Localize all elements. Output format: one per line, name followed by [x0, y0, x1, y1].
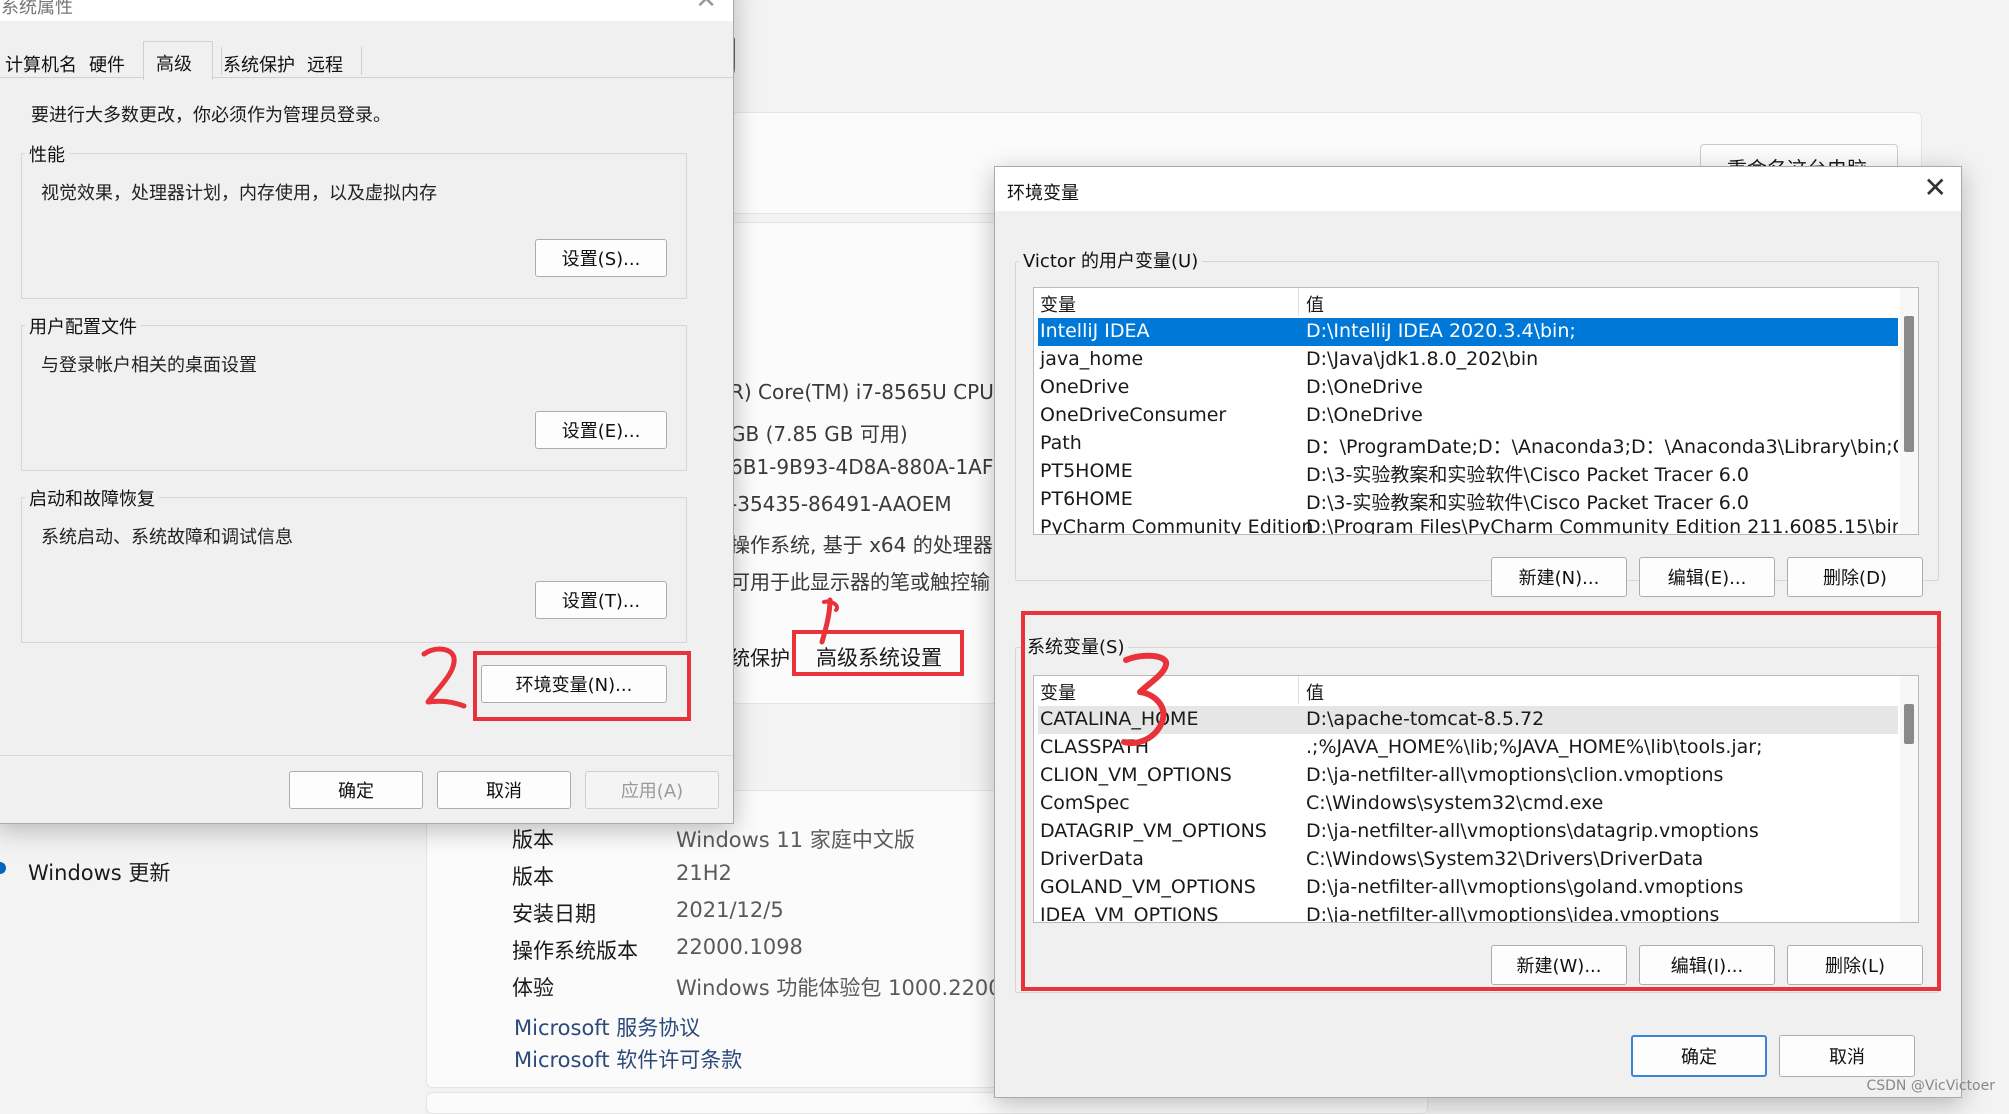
tab-divider — [221, 47, 222, 75]
spec-ram: GB (7.85 GB 可用) — [730, 422, 908, 446]
user-var-value: D:\Java\jdk1.8.0_202\bin — [1306, 348, 1539, 370]
user-col-variable[interactable]: 变量 — [1040, 291, 1076, 317]
user-var-row[interactable]: PyCharm Community Edition D:\Program Fil… — [1038, 514, 1898, 535]
user-variables-list[interactable]: 变量 值 IntelliJ IDEA D:\IntelliJ IDEA 2020… — [1033, 287, 1919, 535]
spec-processor: R) Core(TM) i7-8565U CPU @ — [730, 380, 1021, 404]
user-var-value: D：\ProgramDate;D：\Anaconda3;D：\Anaconda3… — [1306, 436, 1898, 458]
spec-device-id: 6B1-9B93-4D8A-880A-1AFBD — [730, 455, 1023, 479]
sysprops-titlebar: 系统属性 ✕ — [0, 0, 733, 21]
user-variables-label: Victor 的用户变量(U) — [1019, 247, 1203, 273]
microsoft-license-terms-link[interactable]: Microsoft 软件许可条款 — [514, 1044, 742, 1074]
user-var-value: D:\Program Files\PyCharm Community Editi… — [1306, 516, 1898, 535]
user-var-row[interactable]: OneDriveConsumer D:\OneDrive — [1038, 402, 1898, 430]
user-var-name: OneDrive — [1040, 376, 1130, 398]
user-variables-header: 变量 值 — [1034, 288, 1898, 316]
user-profiles-group — [21, 325, 687, 471]
user-col-value[interactable]: 值 — [1306, 291, 1324, 317]
user-var-name: PT6HOME — [1040, 488, 1133, 510]
windows-update-nav-icon — [0, 862, 6, 874]
user-delete-button[interactable]: 删除(D) — [1787, 557, 1923, 597]
user-edit-button[interactable]: 编辑(E)... — [1639, 557, 1775, 597]
user-var-row[interactable]: OneDrive D:\OneDrive — [1038, 374, 1898, 402]
tab-advanced[interactable]: 高级 — [143, 41, 213, 80]
user-var-name: IntelliJ IDEA — [1040, 320, 1150, 342]
envvars-cancel-button[interactable]: 取消 — [1779, 1035, 1915, 1077]
tab-advanced-label: 高级 — [156, 54, 192, 75]
user-var-row[interactable]: Path D：\ProgramDate;D：\Anaconda3;D：\Anac… — [1038, 430, 1898, 458]
sysprops-ok-button[interactable]: 确定 — [289, 771, 423, 809]
user-profiles-settings-button[interactable]: 设置(E)... — [535, 411, 667, 449]
envvars-titlebar: 环境变量 ✕ — [995, 167, 1961, 211]
system-properties-dialog: 系统属性 ✕ 计算机名 硬件 高级 系统保护 远程 要进行大多数更改，你必须作为… — [0, 0, 734, 824]
startup-recovery-desc: 系统启动、系统故障和调试信息 — [41, 527, 293, 548]
environment-variables-dialog: 环境变量 ✕ Victor 的用户变量(U) 变量 值 IntelliJ IDE… — [994, 166, 1962, 1098]
envvars-ok-button[interactable]: 确定 — [1631, 1035, 1767, 1077]
performance-group — [21, 153, 687, 299]
sysprops-title: 系统属性 — [1, 0, 73, 18]
spec-install-date-label: 安装日期 — [512, 902, 596, 926]
watermark: CSDN @VicVictoer — [1866, 1078, 1995, 1094]
spec-system-type: 操作系统, 基于 x64 的处理器 — [730, 533, 993, 557]
advanced-system-settings-label: 高级系统设置 — [816, 646, 942, 670]
windows-update-nav-item[interactable]: Windows 更新 — [28, 857, 170, 887]
user-var-name: Path — [1040, 432, 1082, 454]
sysprops-apply-button[interactable]: 应用(A) — [585, 771, 719, 809]
annotation-marker-2 — [421, 646, 467, 709]
tab-hardware[interactable]: 硬件 — [89, 51, 125, 77]
user-new-button[interactable]: 新建(N)... — [1491, 557, 1627, 597]
spec-edition-value: Windows 11 家庭中文版 — [676, 828, 915, 852]
user-var-name: java_home — [1040, 348, 1144, 370]
system-protection-link[interactable]: 统保护 — [730, 642, 790, 671]
performance-settings-button[interactable]: 设置(S)... — [535, 239, 667, 277]
microsoft-services-agreement-link[interactable]: Microsoft 服务协议 — [514, 1012, 700, 1042]
spec-pen-touch: 可用于此显示器的笔或触控输 — [730, 570, 990, 594]
spec-install-date-value: 2021/12/5 — [676, 898, 784, 922]
user-var-value: D:\3-实验教案和实验软件\Cisco Packet Tracer 6.0 — [1306, 464, 1750, 486]
user-var-value: D:\OneDrive — [1306, 404, 1423, 426]
spec-experience-label: 体验 — [512, 976, 554, 1000]
header-divider — [1298, 288, 1299, 316]
user-var-value: D:\3-实验教案和实验软件\Cisco Packet Tracer 6.0 — [1306, 492, 1750, 514]
user-profiles-desc: 与登录帐户相关的桌面设置 — [41, 355, 257, 376]
spec-os-build-value: 22000.1098 — [676, 935, 803, 959]
startup-recovery-settings-button[interactable]: 设置(T)... — [535, 581, 667, 619]
user-var-name: PT5HOME — [1040, 460, 1133, 482]
user-profiles-label: 用户配置文件 — [25, 313, 141, 339]
annotation-marker-1 — [819, 597, 839, 645]
spec-experience-value: Windows 功能体验包 1000.22000.1 — [676, 976, 1036, 1000]
user-var-value: D:\OneDrive — [1306, 376, 1423, 398]
user-var-name: PyCharm Community Edition — [1040, 516, 1314, 535]
spec-product-id: -35435-86491-AAOEM — [730, 492, 952, 516]
spec-os-build-label: 操作系统版本 — [512, 939, 638, 963]
close-icon[interactable]: ✕ — [1924, 171, 1947, 204]
user-list-scrollbar[interactable] — [1900, 288, 1918, 534]
sysprops-cancel-button[interactable]: 取消 — [437, 771, 571, 809]
close-icon[interactable]: ✕ — [695, 0, 717, 15]
spec-version-label: 版本 — [512, 865, 554, 889]
annotation-marker-3 — [1121, 652, 1170, 746]
tab-computer-name[interactable]: 计算机名 — [5, 51, 77, 77]
user-var-row[interactable]: PT5HOME D:\3-实验教案和实验软件\Cisco Packet Trac… — [1038, 458, 1898, 486]
user-list-scroll-thumb[interactable] — [1904, 316, 1914, 452]
performance-desc: 视觉效果，处理器计划，内存使用，以及虚拟内存 — [41, 183, 437, 204]
performance-label: 性能 — [25, 141, 69, 167]
tab-system-protection[interactable]: 系统保护 — [223, 51, 295, 77]
startup-recovery-label: 启动和故障恢复 — [25, 485, 159, 511]
user-var-name: OneDriveConsumer — [1040, 404, 1227, 426]
envvars-title: 环境变量 — [1007, 183, 1079, 204]
tab-divider-2 — [361, 47, 362, 75]
env-button-highlight — [473, 651, 691, 721]
tab-remote[interactable]: 远程 — [307, 51, 343, 77]
user-var-row[interactable]: PT6HOME D:\3-实验教案和实验软件\Cisco Packet Trac… — [1038, 486, 1898, 514]
admin-notice: 要进行大多数更改，你必须作为管理员登录。 — [31, 105, 391, 126]
sysprops-footer-divider — [0, 755, 733, 756]
spec-edition-label: 版本 — [512, 828, 554, 852]
user-var-value: D:\IntelliJ IDEA 2020.3.4\bin; — [1306, 320, 1576, 342]
user-var-row[interactable]: java_home D:\Java\jdk1.8.0_202\bin — [1038, 346, 1898, 374]
startup-recovery-group — [21, 497, 687, 643]
spec-version-value: 21H2 — [676, 861, 732, 885]
user-var-row[interactable]: IntelliJ IDEA D:\IntelliJ IDEA 2020.3.4\… — [1038, 318, 1898, 346]
